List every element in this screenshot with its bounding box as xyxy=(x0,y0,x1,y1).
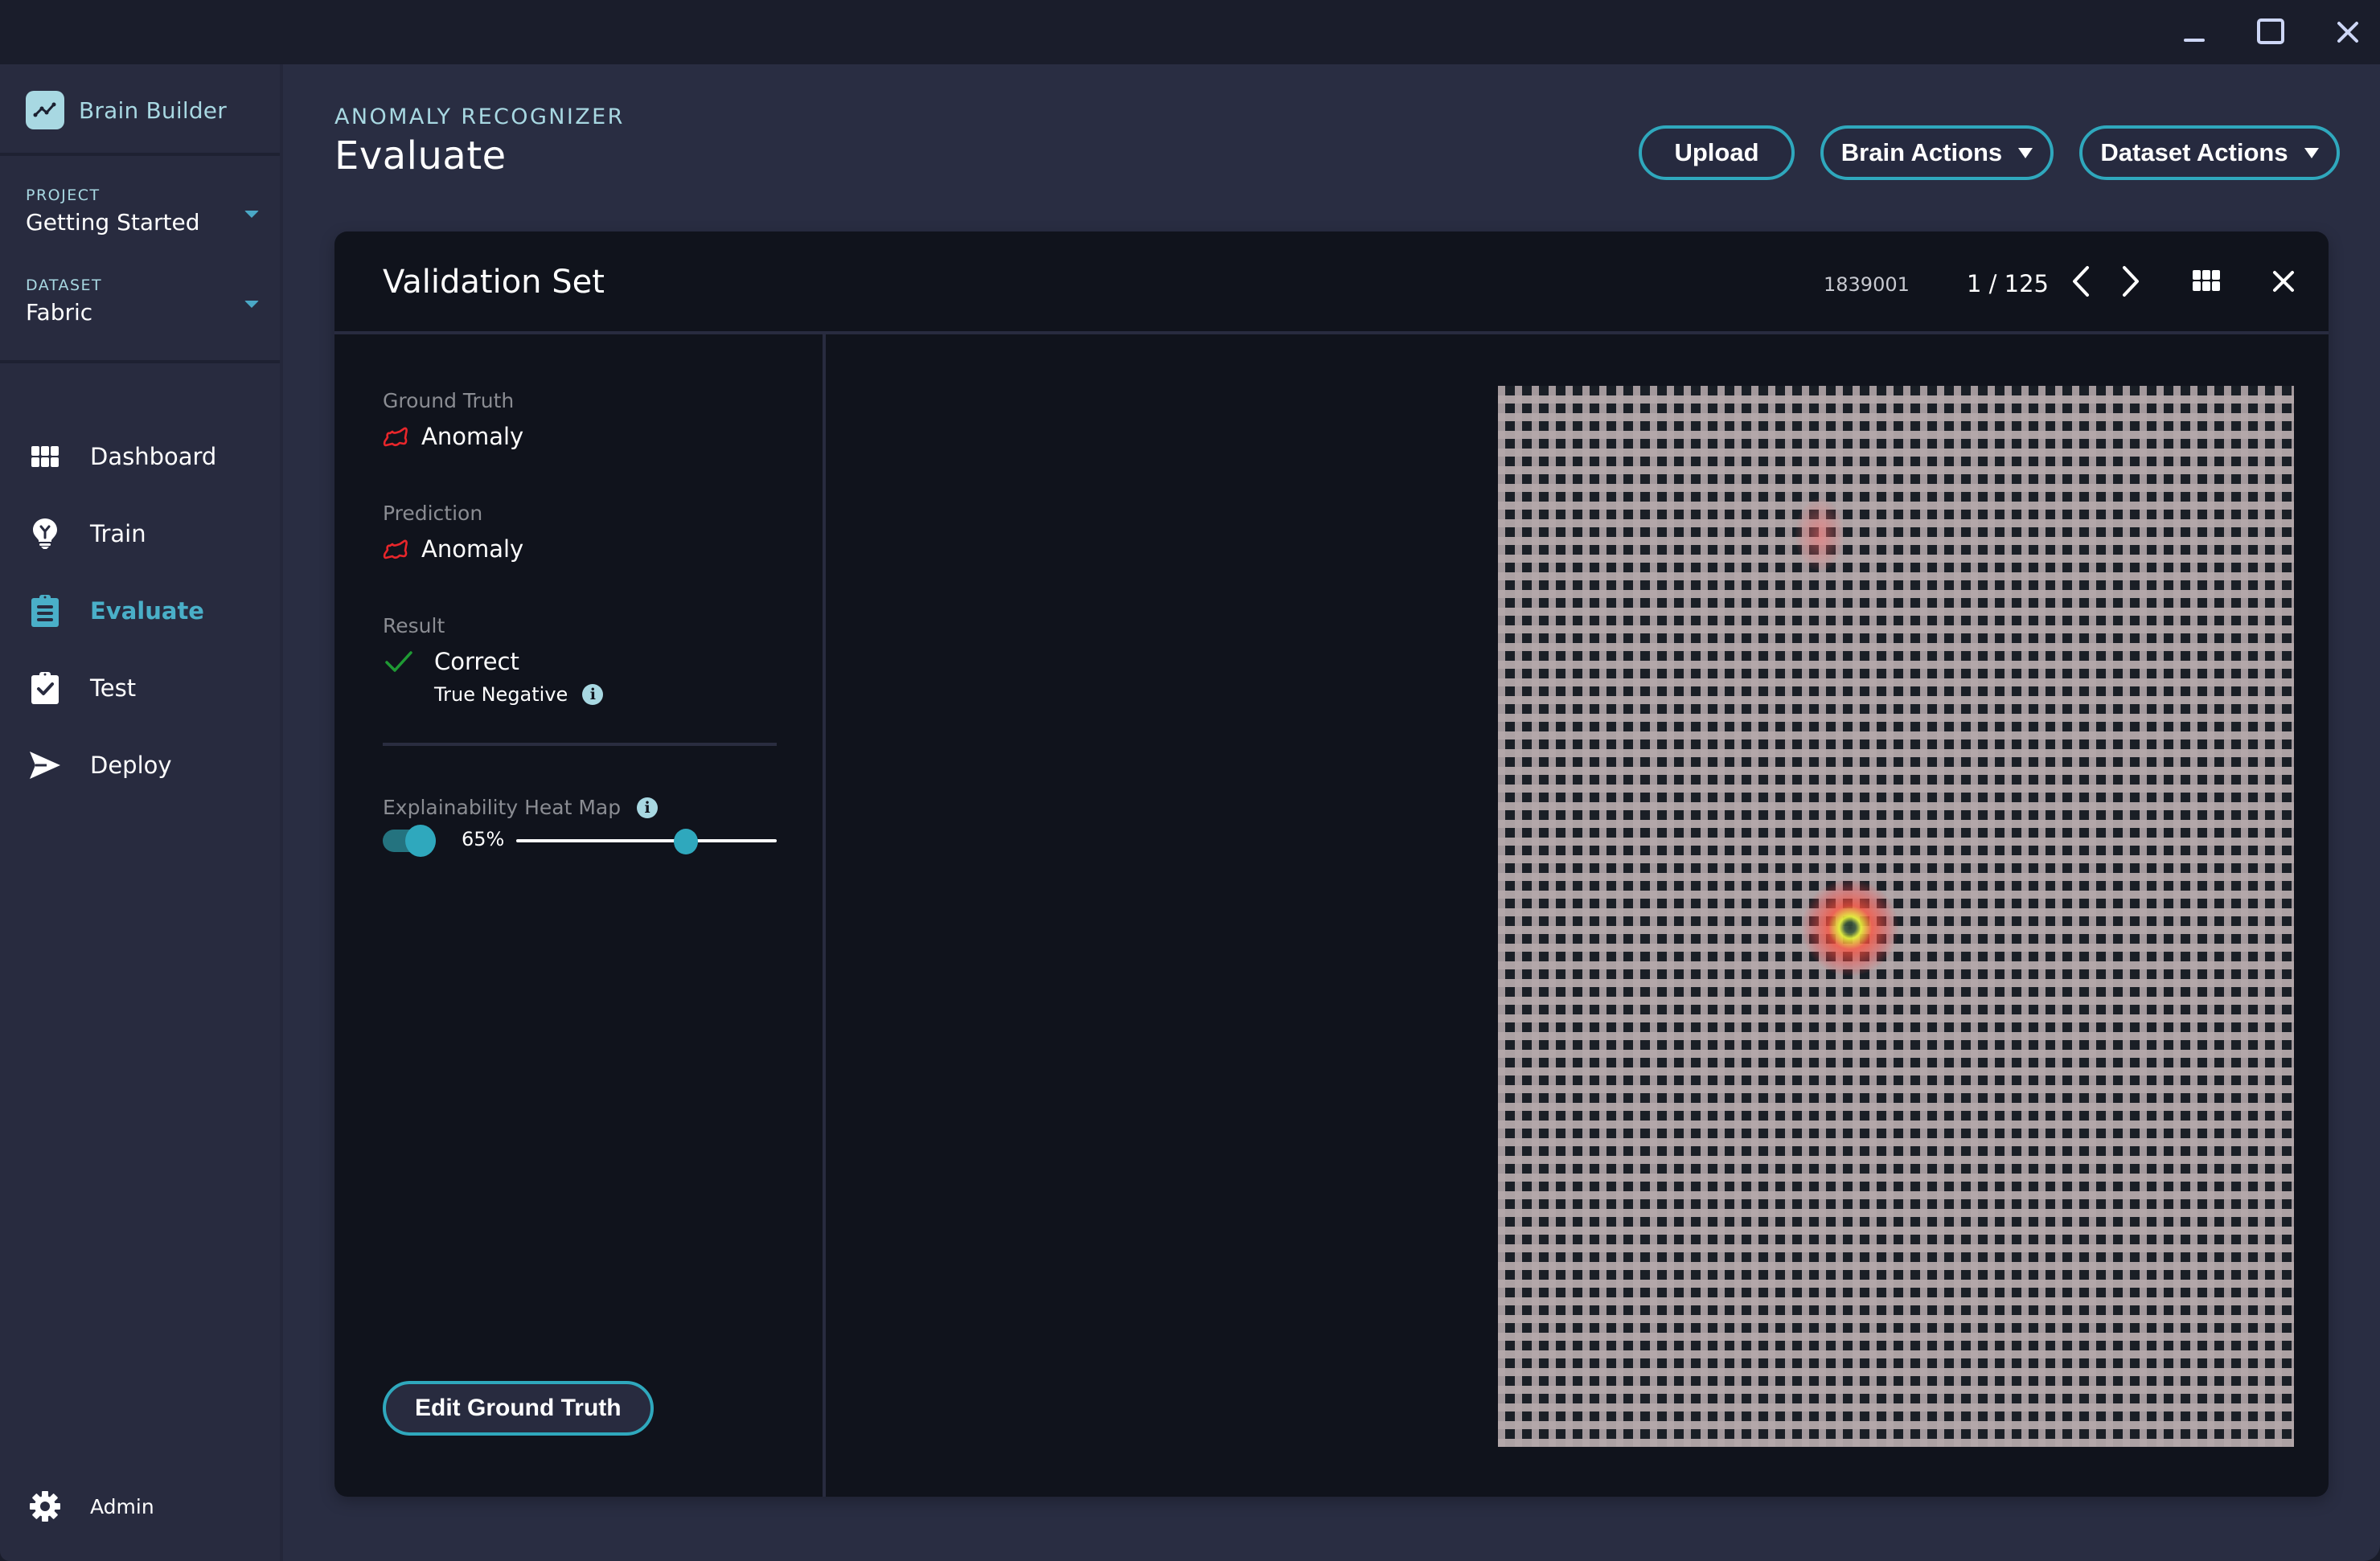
result-detail: True Negative i xyxy=(434,683,604,706)
next-button[interactable] xyxy=(2113,264,2148,299)
sidebar-item-dashboard[interactable]: Dashboard xyxy=(0,418,280,495)
result-text: Correct xyxy=(434,648,519,675)
lightbulb-icon xyxy=(29,518,61,550)
sidebar: Brain Builder PROJECT Getting Started DA… xyxy=(0,64,283,1561)
image-viewer xyxy=(829,338,2329,1497)
grid-view-button[interactable] xyxy=(2189,264,2224,299)
chevron-down-icon xyxy=(244,301,259,308)
sample-id: 1839001 xyxy=(1824,273,1910,296)
caret-down-icon xyxy=(2018,147,2033,158)
sample-image[interactable] xyxy=(1498,386,2294,1447)
grid-icon xyxy=(2193,270,2220,291)
toggle-knob xyxy=(405,825,436,857)
prediction-label: Prediction xyxy=(383,502,483,525)
chevron-right-icon xyxy=(2123,266,2139,297)
panel-header: Validation Set 1839001 1 / 125 xyxy=(334,231,2329,334)
sidebar-divider xyxy=(0,360,280,363)
dataset-label: DATASET xyxy=(26,277,103,294)
slider-thumb[interactable] xyxy=(673,829,698,854)
result-label: Result xyxy=(383,614,445,637)
sidebar-nav: Dashboard Train Evaluate Test Deploy xyxy=(0,418,280,804)
upload-button[interactable]: Upload xyxy=(1639,125,1795,180)
edit-ground-truth-label: Edit Ground Truth xyxy=(415,1395,622,1421)
sidebar-item-evaluate[interactable]: Evaluate xyxy=(0,572,280,649)
anomaly-icon xyxy=(383,539,408,559)
heat-map-opacity-value: 65% xyxy=(462,828,505,850)
sidebar-item-deploy[interactable]: Deploy xyxy=(0,727,280,804)
project-value: Getting Started xyxy=(26,209,200,236)
details-column: Ground Truth Anomaly Prediction Anomaly … xyxy=(334,334,826,1497)
sidebar-item-admin[interactable]: Admin xyxy=(29,1490,154,1522)
info-icon[interactable]: i xyxy=(637,797,659,818)
heat-map-region xyxy=(1795,498,1844,571)
heat-map-opacity-slider[interactable] xyxy=(516,825,777,857)
sidebar-item-label: Deploy xyxy=(90,752,172,779)
maximize-button[interactable] xyxy=(2251,14,2290,50)
ground-truth-label: Ground Truth xyxy=(383,389,515,412)
sidebar-item-label: Train xyxy=(90,520,146,547)
heat-map-toggle[interactable] xyxy=(383,825,439,857)
close-icon xyxy=(2337,22,2358,43)
brand[interactable]: Brain Builder xyxy=(26,90,227,130)
project-label: PROJECT xyxy=(26,186,101,204)
previous-button[interactable] xyxy=(2063,264,2099,299)
result-detail-text: True Negative xyxy=(434,683,568,706)
minimize-button[interactable] xyxy=(2174,14,2213,50)
sidebar-item-train[interactable]: Train xyxy=(0,495,280,572)
panel-title: Validation Set xyxy=(383,264,605,301)
validation-panel: Validation Set 1839001 1 / 125 Ground Tr… xyxy=(334,231,2329,1497)
section-divider xyxy=(383,743,777,746)
anomaly-icon xyxy=(383,427,408,447)
close-window-button[interactable] xyxy=(2329,14,2367,50)
header-actions: Upload Brain Actions Dataset Actions xyxy=(1639,125,2340,180)
gear-icon xyxy=(29,1490,61,1522)
result-value: Correct xyxy=(384,648,519,675)
dataset-value: Fabric xyxy=(26,299,93,326)
caret-down-icon xyxy=(2304,147,2319,158)
sidebar-item-label: Admin xyxy=(90,1494,154,1518)
close-icon xyxy=(2273,271,2294,292)
slider-rail xyxy=(516,839,777,842)
sidebar-item-label: Test xyxy=(90,674,137,702)
sidebar-item-label: Dashboard xyxy=(90,443,217,470)
sidebar-divider xyxy=(0,153,280,156)
ground-truth-text: Anomaly xyxy=(421,423,524,450)
heat-map-label-text: Explainability Heat Map xyxy=(383,796,622,819)
pager-count: 1 / 125 xyxy=(1967,270,2050,297)
brain-actions-dropdown[interactable]: Brain Actions xyxy=(1820,125,2054,180)
project-selector[interactable]: PROJECT Getting Started xyxy=(26,186,259,236)
brand-name: Brain Builder xyxy=(79,96,227,124)
heat-map-label: Explainability Heat Map i xyxy=(383,796,659,819)
clipboard-list-icon xyxy=(29,595,61,627)
dataset-selector[interactable]: DATASET Fabric xyxy=(26,277,259,326)
prediction-value: Anomaly xyxy=(383,535,523,563)
app-name: ANOMALY RECOGNIZER xyxy=(334,104,625,129)
close-panel-button[interactable] xyxy=(2266,264,2301,299)
chevron-down-icon xyxy=(244,211,259,218)
edit-ground-truth-button[interactable]: Edit Ground Truth xyxy=(383,1381,654,1436)
minimize-icon xyxy=(2184,39,2205,42)
send-icon xyxy=(29,749,61,781)
info-icon[interactable]: i xyxy=(582,684,604,705)
chevron-left-icon xyxy=(2073,266,2089,297)
ground-truth-value: Anomaly xyxy=(383,423,523,450)
main-content: ANOMALY RECOGNIZER Evaluate Upload Brain… xyxy=(283,64,2380,1561)
clipboard-check-icon xyxy=(29,672,61,704)
trend-line-icon xyxy=(26,91,64,129)
brain-actions-label: Brain Actions xyxy=(1840,138,2003,166)
title-bar xyxy=(0,0,2380,64)
dataset-actions-dropdown[interactable]: Dataset Actions xyxy=(2079,125,2340,180)
grid-icon xyxy=(29,440,61,473)
upload-button-label: Upload xyxy=(1674,138,1759,166)
checkmark-icon xyxy=(385,651,412,672)
prediction-text: Anomaly xyxy=(421,535,524,563)
sidebar-item-label: Evaluate xyxy=(90,597,204,625)
sidebar-item-test[interactable]: Test xyxy=(0,649,280,727)
heat-map-hotspot xyxy=(1802,879,1898,976)
maximize-icon xyxy=(2257,18,2284,44)
page-title: Evaluate xyxy=(334,133,507,178)
dataset-actions-label: Dataset Actions xyxy=(2100,138,2288,166)
